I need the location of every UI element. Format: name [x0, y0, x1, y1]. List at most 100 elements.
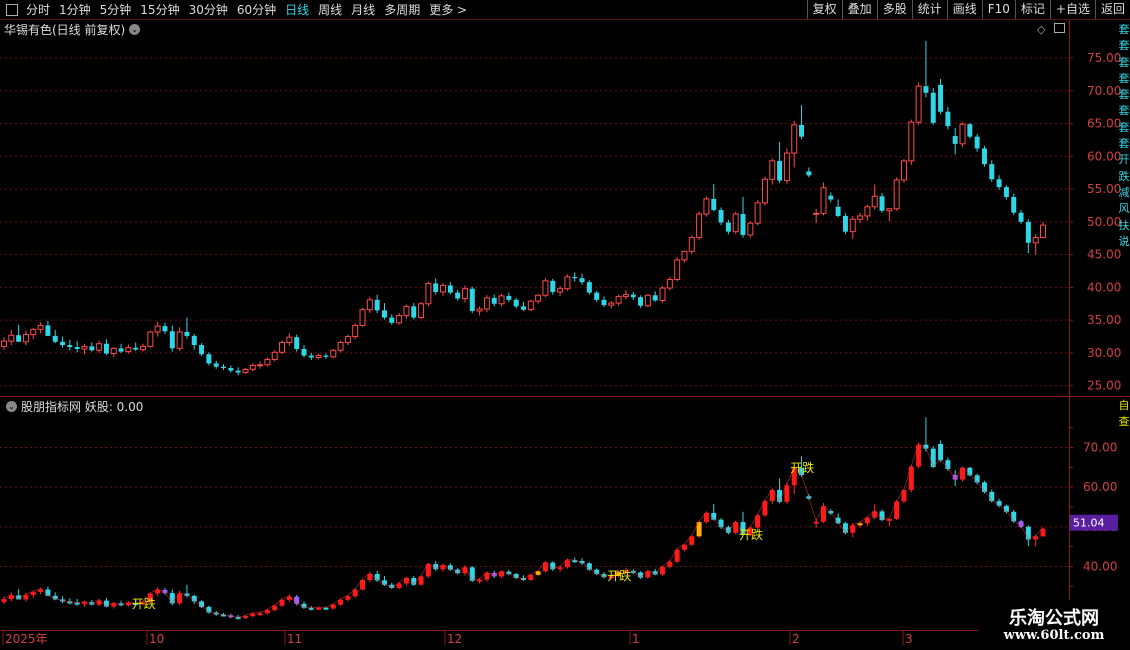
candle-body	[433, 283, 439, 292]
candle-body	[879, 196, 885, 211]
candle-body	[572, 276, 578, 279]
candle-body	[352, 324, 359, 338]
candle-body	[871, 195, 878, 208]
candle-body	[440, 284, 447, 293]
candle-body	[849, 218, 856, 233]
candle-body	[359, 309, 366, 326]
candle-body	[638, 297, 644, 306]
candle-body	[74, 347, 80, 349]
indicator-bar	[1033, 536, 1039, 540]
x-axis-label: 11	[287, 632, 302, 646]
candle-body	[279, 341, 286, 353]
indicator-bar	[155, 589, 161, 594]
candle-body	[513, 299, 519, 307]
indicator-bar	[813, 521, 819, 524]
watermark-url: www.60lt.com	[1003, 628, 1105, 643]
watermark: 乐淘公式网 www.60lt.com	[978, 600, 1130, 650]
candle-body	[366, 299, 373, 311]
candle-body	[1018, 212, 1024, 222]
candle-body	[89, 346, 95, 351]
candle-body	[527, 300, 534, 311]
crosshair-value: 51.04	[1073, 517, 1105, 530]
candle-body	[330, 349, 337, 358]
candle-body	[469, 288, 475, 311]
candle-body	[133, 347, 139, 350]
candle-body	[622, 294, 629, 298]
candle-body	[337, 341, 344, 351]
candle-body	[828, 195, 834, 200]
indicator-bar	[169, 593, 175, 604]
candle-body	[8, 334, 15, 342]
candle-body	[1011, 196, 1017, 213]
candle-body	[506, 295, 512, 300]
candle-body	[813, 212, 820, 215]
indicator-bar	[316, 607, 322, 610]
candle-body	[923, 86, 929, 93]
candle-body	[67, 345, 73, 348]
indicator-bar	[857, 523, 863, 526]
indicator-bar	[477, 579, 483, 582]
candle-body	[959, 123, 966, 145]
signal-label: 开跌	[790, 460, 814, 475]
candle-body	[900, 160, 907, 181]
indicator-bar	[264, 610, 270, 614]
candle-body	[799, 124, 805, 137]
main-axis-label: 35.00	[1087, 313, 1121, 327]
watermark-name: 乐淘公式网	[1009, 608, 1099, 629]
candle-body	[1, 340, 7, 347]
candle-body	[674, 259, 681, 281]
candle-body	[747, 222, 754, 236]
kline-chart[interactable]: 75.00 70.00 65.00 60.00 55.00 50.00 45.00 40.00…	[0, 0, 1130, 650]
candle-body	[483, 297, 490, 310]
candle-body	[652, 295, 658, 301]
candle-body	[930, 92, 936, 123]
candle-body	[835, 206, 841, 216]
candle-body	[521, 306, 526, 310]
candle-body	[249, 364, 256, 370]
candle-body	[176, 331, 183, 349]
candle-body	[301, 348, 307, 356]
candle-body	[550, 280, 556, 292]
candle-body	[681, 250, 688, 261]
candle-body	[294, 337, 300, 349]
candle-body	[1040, 224, 1046, 239]
candle-body	[206, 354, 212, 364]
candle-body	[498, 295, 505, 305]
candle-body	[235, 370, 241, 373]
candle-body	[696, 213, 703, 239]
candle-body	[455, 292, 461, 299]
candle-body	[886, 208, 893, 212]
x-axis-label: 10	[149, 632, 164, 646]
candle-body	[564, 276, 571, 290]
x-axis-label: 1	[632, 632, 640, 646]
candle-body	[732, 213, 739, 233]
candle-body	[579, 278, 585, 283]
candle-body	[271, 351, 278, 360]
candle-body	[688, 237, 695, 252]
signal-label: 开跌	[607, 568, 631, 583]
indicator-bar	[557, 567, 563, 570]
main-axis-label: 30.00	[1087, 346, 1121, 360]
main-axis-label: 75.00	[1087, 51, 1121, 65]
candle-body	[974, 136, 980, 149]
candle-body	[403, 305, 410, 317]
candle-body	[147, 331, 154, 347]
x-axis-label: 2	[792, 632, 800, 646]
candle-body	[396, 315, 403, 324]
candle-body	[893, 179, 900, 210]
indicator-axis-label: 60.00	[1083, 480, 1117, 494]
x-axis-label: 2025年	[5, 632, 48, 646]
candle-body	[711, 198, 717, 211]
candle-body	[476, 308, 483, 312]
candle-body	[140, 345, 147, 351]
candle-body	[30, 328, 37, 336]
indicator-bar	[886, 518, 892, 521]
candle-body	[286, 336, 293, 343]
indicator-bar	[469, 567, 475, 581]
indicator-bar	[535, 571, 541, 575]
indicator-bar	[30, 591, 36, 596]
candle-body	[1003, 187, 1009, 197]
candle-body	[806, 171, 812, 176]
x-axis-label: 12	[447, 632, 462, 646]
candle-body	[37, 324, 44, 330]
